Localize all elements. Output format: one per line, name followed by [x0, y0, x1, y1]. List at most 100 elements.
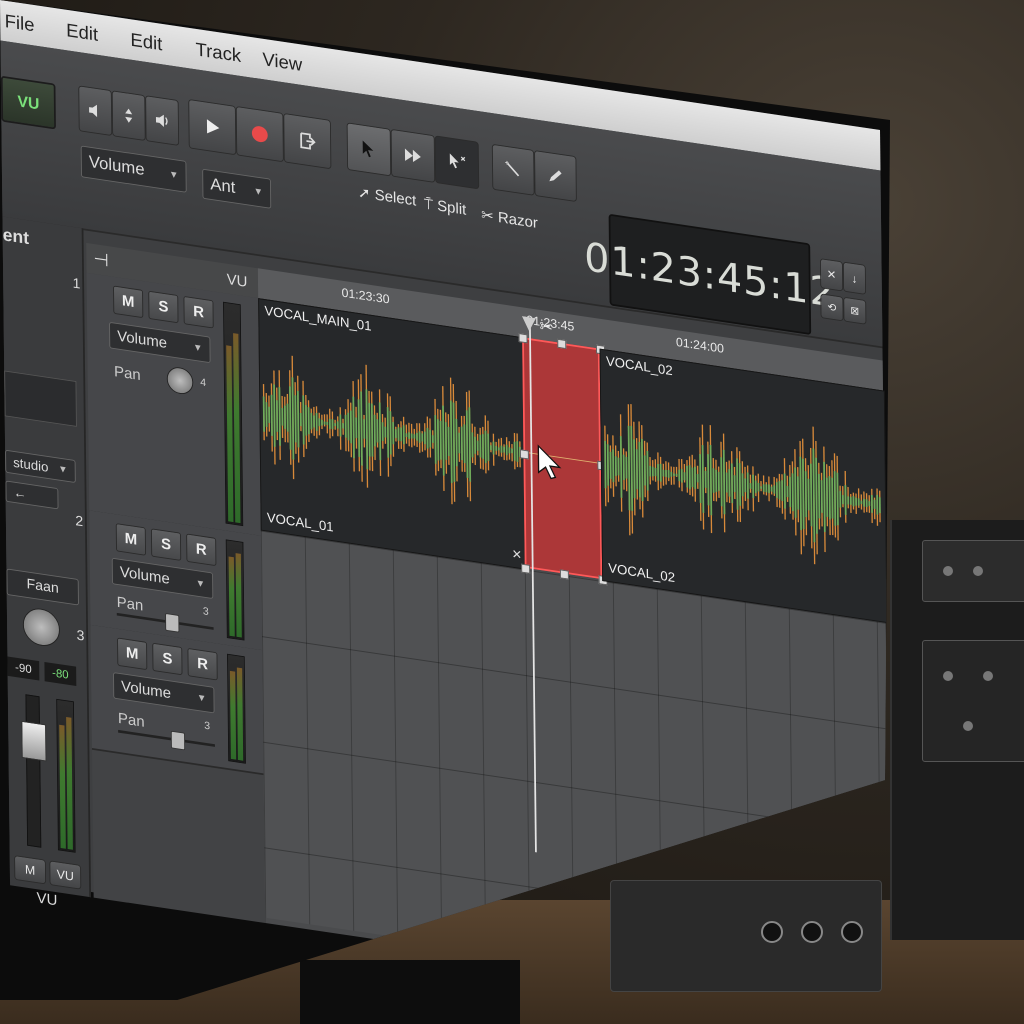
daw-screen: File Edit Edit Track View VU Volume ▼ An…: [0, 0, 890, 1016]
master-vu-button[interactable]: VU: [49, 860, 82, 890]
pan-slider-handle[interactable]: [165, 613, 180, 633]
loop-icon[interactable]: ⟲: [820, 293, 844, 322]
master-meter: [56, 698, 76, 853]
menu-edit[interactable]: Edit: [66, 20, 98, 46]
waveform-body: [809, 463, 813, 527]
play-button[interactable]: [188, 98, 237, 156]
selection-handle[interactable]: [521, 563, 531, 574]
select-tool-button[interactable]: ➚ Select: [358, 184, 416, 210]
add-track-icon[interactable]: ⊣: [93, 247, 109, 271]
scissors-icon: ✂: [539, 316, 553, 337]
pan-value: 4: [200, 375, 207, 389]
waveform: [604, 404, 881, 565]
record-arm-button[interactable]: R: [187, 647, 218, 681]
master-mute-button[interactable]: M: [14, 855, 47, 885]
menu-file[interactable]: File: [5, 11, 35, 37]
track-number: 1: [72, 276, 81, 293]
mute-button[interactable]: M: [113, 285, 144, 319]
audio-clip-vocal-02[interactable]: VOCAL_02 VOCAL_02: [599, 348, 888, 624]
record-button[interactable]: [235, 105, 284, 163]
speaker-left-icon[interactable]: [78, 85, 113, 137]
waveform-body: [386, 407, 390, 458]
waveform-body: [619, 435, 623, 498]
select-tool-icon[interactable]: [346, 122, 392, 177]
studio-dropdown-label: studio: [13, 454, 49, 475]
waveform-body: [722, 449, 726, 515]
studio-dropdown[interactable]: studio ▼: [5, 449, 76, 483]
master-fader-handle[interactable]: [21, 720, 47, 762]
pencil-icon[interactable]: [534, 150, 577, 203]
selection-handle[interactable]: [519, 449, 529, 460]
solo-button[interactable]: S: [148, 290, 179, 324]
panel-display: [4, 370, 77, 427]
pan-slider[interactable]: [116, 612, 214, 633]
speaker-right-icon[interactable]: [145, 95, 180, 146]
track-header-1: 1 M S R Volume ▼ Pan 4: [73, 272, 261, 538]
track-volume-dropdown[interactable]: Volume ▼: [111, 557, 214, 600]
razor-tool-button[interactable]: ✂ Razor: [481, 206, 538, 232]
master-pan-knob[interactable]: [22, 606, 61, 649]
waveform: [262, 355, 521, 505]
crop-icon[interactable]: ✕: [512, 546, 522, 562]
mute-button[interactable]: M: [115, 523, 146, 556]
chevron-down-icon: ▼: [58, 463, 68, 476]
audio-clip-vocal-main[interactable]: VOCAL_MAIN_01 VOCAL_01 ✕: [258, 298, 527, 570]
menu-edit-2[interactable]: Edit: [130, 30, 162, 56]
ant-dropdown[interactable]: Ant ▼: [202, 168, 272, 209]
snap-icon[interactable]: ⊠: [843, 296, 867, 325]
mute-button[interactable]: M: [117, 637, 148, 671]
fast-forward-icon[interactable]: [390, 128, 436, 183]
arrow-left-button[interactable]: ←: [5, 480, 59, 510]
export-icon[interactable]: [283, 113, 332, 170]
waveform-body: [836, 472, 839, 526]
zoom-in-icon[interactable]: ✕: [819, 258, 844, 292]
track-list: 1 M S R Volume ▼ Pan 4 2 M S R Volume ▼ …: [73, 272, 266, 923]
record-arm-button[interactable]: R: [186, 533, 217, 567]
waveform-body: [818, 473, 821, 519]
waveform-body: [794, 467, 797, 518]
waveform-body: [701, 445, 705, 513]
chevron-down-icon: ▼: [253, 185, 264, 198]
pan-label: Pan: [117, 709, 145, 731]
split-tool-icon[interactable]: [434, 135, 480, 190]
selection-handle[interactable]: [559, 569, 569, 580]
faan-label: Faan: [6, 568, 79, 606]
waveform-body: [804, 471, 808, 518]
waveform-body: [707, 454, 710, 506]
volume-dropdown[interactable]: Volume ▼: [80, 145, 187, 193]
zoom-down-icon[interactable]: ↓: [842, 261, 867, 295]
scene: File Edit Edit Track View VU Volume ▼ An…: [0, 0, 1024, 1024]
volume-label: Volume: [119, 563, 170, 588]
pan-slider[interactable]: [118, 729, 215, 751]
audio-rack: [890, 520, 1024, 940]
selection-handle[interactable]: [518, 333, 528, 344]
magic-wand-icon[interactable]: [491, 143, 535, 196]
mouse-cursor-icon: [537, 444, 562, 480]
pan-knob[interactable]: [166, 365, 194, 396]
waveform-body: [442, 405, 445, 476]
menu-view[interactable]: View: [262, 49, 302, 76]
waveform-body: [352, 396, 355, 459]
chevron-down-icon: ▼: [195, 577, 206, 590]
vu-button[interactable]: VU: [0, 75, 56, 130]
waveform-body: [720, 457, 723, 507]
pan-slider-handle[interactable]: [170, 730, 186, 751]
solo-button[interactable]: S: [150, 528, 182, 561]
clip-subtitle: VOCAL_02: [608, 560, 676, 586]
waveform-body: [638, 441, 641, 498]
menu-track[interactable]: Track: [195, 39, 241, 67]
record-arm-button[interactable]: R: [183, 295, 214, 329]
rack-knob: [943, 671, 953, 681]
split-tool-button[interactable]: ⍑ Split: [424, 195, 466, 219]
center-icon[interactable]: [111, 90, 146, 141]
volume-label: Volume: [121, 677, 172, 702]
solo-button[interactable]: S: [152, 642, 183, 676]
waveform-body: [273, 384, 276, 447]
split-tool-label: Split: [437, 197, 467, 219]
selection-handle[interactable]: [557, 338, 567, 349]
track-volume-dropdown[interactable]: Volume ▼: [113, 672, 215, 714]
track-volume-dropdown[interactable]: Volume ▼: [109, 321, 211, 364]
select-tool-label: Select: [374, 186, 417, 210]
rack-knob: [983, 671, 993, 681]
waveform-body: [378, 402, 382, 461]
